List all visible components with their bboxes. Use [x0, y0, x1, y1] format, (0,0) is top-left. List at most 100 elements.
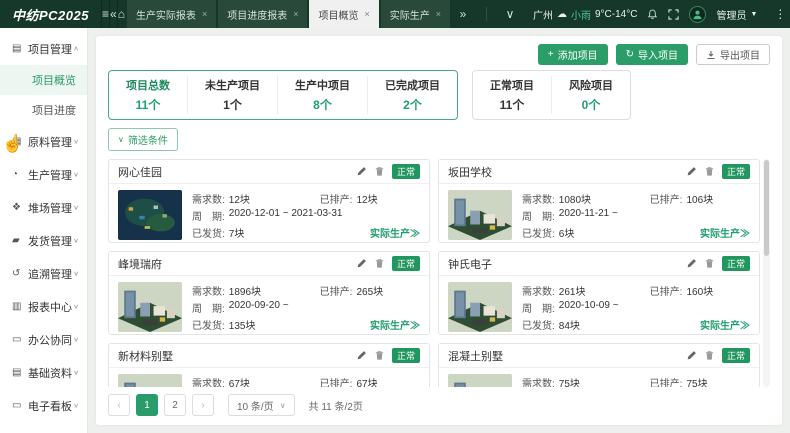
page-size-select[interactable]: 10 条/页 ∨	[228, 394, 295, 416]
weather-cloud-icon: ☁	[557, 9, 567, 20]
stat-value: 11个	[490, 96, 534, 113]
filter-conditions-button[interactable]: ∨ 筛选条件	[108, 128, 178, 151]
tabs-overflow-icon[interactable]: »	[450, 7, 476, 21]
chevron-icon: ∨	[73, 369, 79, 376]
edit-pencil-icon[interactable]	[356, 258, 367, 269]
sidebar-collapse-icon[interactable]: «	[109, 0, 117, 28]
user-avatar[interactable]	[689, 6, 706, 23]
edit-pencil-icon[interactable]	[686, 350, 697, 361]
header-tab[interactable]: 实际生产 ×	[381, 0, 450, 28]
period-value: 2020-12-01 ~ 2021-03-31	[229, 208, 343, 223]
actual-production-link[interactable]: 实际生产≫	[370, 225, 420, 240]
project-card-body: 需求数: 12块 已排产: 12块 周 期: 2020-12-01 ~ 2021…	[109, 184, 429, 243]
sidebar-item[interactable]: ▤ 基础资料 ∨	[0, 356, 87, 389]
add-project-button[interactable]: + 添加项目	[538, 44, 608, 65]
stat-value: 8个	[295, 96, 350, 113]
sidebar-item[interactable]: ❖ 堆场管理 ∨	[0, 191, 87, 224]
panel-toolbar: + 添加项目 ↻ 导入项目 导出项目	[108, 44, 770, 66]
demand-label: 需求数:	[522, 191, 555, 206]
period-label: 周 期:	[192, 300, 225, 315]
stat-label: 风险项目	[569, 77, 613, 93]
period-value: 2020-11-21 ~	[559, 208, 618, 223]
delete-trash-icon[interactable]	[374, 350, 385, 361]
status-badge: 正常	[722, 348, 750, 363]
delete-trash-icon[interactable]	[704, 350, 715, 361]
delete-trash-icon[interactable]	[374, 166, 385, 177]
delete-trash-icon[interactable]	[704, 258, 715, 269]
tab-close-icon[interactable]: ×	[293, 9, 298, 19]
eboard-monitor-icon: ▭	[12, 400, 28, 411]
header-tab[interactable]: 生产实际报表 ×	[127, 0, 216, 28]
weather-widget: 广州 ☁ 小雨 9°C-14°C	[533, 7, 637, 22]
project-fields: 需求数: 1080块 已排产: 106块 周 期: 2020-11-21 ~	[522, 190, 750, 241]
project-thumbnail	[118, 190, 182, 240]
scheduled-label: 已排产:	[650, 283, 683, 298]
sidebar-item[interactable]: ◔ 生产管理 ∨	[0, 158, 87, 191]
tab-close-icon[interactable]: ×	[202, 9, 207, 19]
project-card: 钟氏电子 正常	[438, 251, 760, 335]
user-menu[interactable]: 管理员 ▼	[716, 7, 757, 22]
tab-close-icon[interactable]: ×	[436, 9, 441, 19]
import-project-button[interactable]: ↻ 导入项目	[616, 44, 688, 65]
project-title: 钟氏电子	[448, 256, 492, 272]
pagination-page-button[interactable]: 1	[136, 394, 158, 416]
header-tab[interactable]: 项目概览 ×	[309, 0, 378, 28]
sidebar-item[interactable]: ▦ 原料管理 ∨	[0, 125, 87, 158]
project-card-body: 需求数: 1080块 已排产: 106块 周 期: 2020-11-21 ~	[439, 184, 759, 243]
scheduled-label: 已排产:	[650, 191, 683, 206]
sidebar-item-label: 堆场管理	[28, 200, 73, 216]
edit-pencil-icon[interactable]	[686, 258, 697, 269]
pagination-next-button[interactable]: ›	[192, 394, 214, 416]
actual-production-link[interactable]: 实际生产≫	[700, 317, 750, 332]
sidebar-subitem[interactable]: 项目概览	[0, 65, 87, 95]
delete-trash-icon[interactable]	[374, 258, 385, 269]
sidebar-item[interactable]: ▭ 办公协同 ∨	[0, 323, 87, 356]
demand-value: 1080块	[559, 191, 591, 206]
sidebar-item[interactable]: ▥ 报表中心 ∨	[0, 290, 87, 323]
scrollbar-thumb[interactable]	[764, 160, 769, 256]
project-thumbnail	[448, 374, 512, 387]
sidebar-item[interactable]: ▰ 发货管理 ∨	[0, 224, 87, 257]
edit-pencil-icon[interactable]	[356, 350, 367, 361]
sidebar-item-label: 报表中心	[28, 299, 73, 315]
project-title: 坂田学校	[448, 164, 492, 180]
notification-bell-icon[interactable]	[647, 9, 658, 20]
stat-label: 已完成项目	[385, 77, 440, 93]
delete-trash-icon[interactable]	[704, 166, 715, 177]
edit-pencil-icon[interactable]	[356, 166, 367, 177]
export-project-button[interactable]: 导出项目	[696, 44, 770, 65]
actual-production-link[interactable]: 实际生产≫	[700, 225, 750, 240]
pagination-prev-button[interactable]: ‹	[108, 394, 130, 416]
sidebar-item[interactable]: ▭ 电子看板 ∨	[0, 389, 87, 422]
sidebar-subitem[interactable]: 项目进度	[0, 95, 87, 125]
period-value: 2020-09-20 ~	[229, 300, 289, 315]
chevron-icon: ∨	[73, 138, 79, 145]
tab-label: 生产实际报表	[136, 7, 196, 22]
tab-actions-dropdown-icon[interactable]: ∨	[497, 7, 523, 21]
filter-row: ∨ 筛选条件	[108, 128, 770, 151]
chevron-icon: ∨	[73, 204, 79, 211]
hamburger-menu-icon[interactable]: ≡	[101, 0, 109, 28]
scheduled-value: 12块	[356, 191, 377, 206]
tab-close-icon[interactable]: ×	[364, 9, 369, 19]
stat-label: 正常项目	[490, 77, 534, 93]
fullscreen-icon[interactable]	[668, 9, 679, 20]
stats-row: 项目总数 11个 未生产项目 1个 生产中项目 8个 已完成项目 2个 正常项目…	[108, 70, 770, 120]
chevron-icon: ∨	[73, 270, 79, 277]
pagination-total: 共 11 条/2页	[309, 398, 363, 413]
pagination-page-button[interactable]: 2	[164, 394, 186, 416]
stat-label: 生产中项目	[295, 77, 350, 93]
vertical-scrollbar[interactable]	[763, 159, 770, 387]
sidebar-item[interactable]: ⚙ 系统设置 ∨	[0, 422, 87, 433]
edit-pencil-icon[interactable]	[686, 166, 697, 177]
sidebar-item[interactable]: ▤ 项目管理 ∧	[0, 32, 87, 65]
actual-production-link[interactable]: 实际生产≫	[370, 317, 420, 332]
project-card-actions: 正常	[686, 164, 750, 179]
header-tab[interactable]: 项目进度报表 ×	[218, 0, 307, 28]
sidebar-item[interactable]: ↺ 追溯管理 ∨	[0, 257, 87, 290]
project-card-header: 网心佳园 正常	[109, 160, 429, 184]
more-options-icon[interactable]: ⋮	[767, 7, 790, 21]
home-icon[interactable]: ⌂	[117, 0, 125, 28]
project-title: 峰境瑞府	[118, 256, 162, 272]
sidebar-item-label: 电子看板	[28, 398, 73, 414]
